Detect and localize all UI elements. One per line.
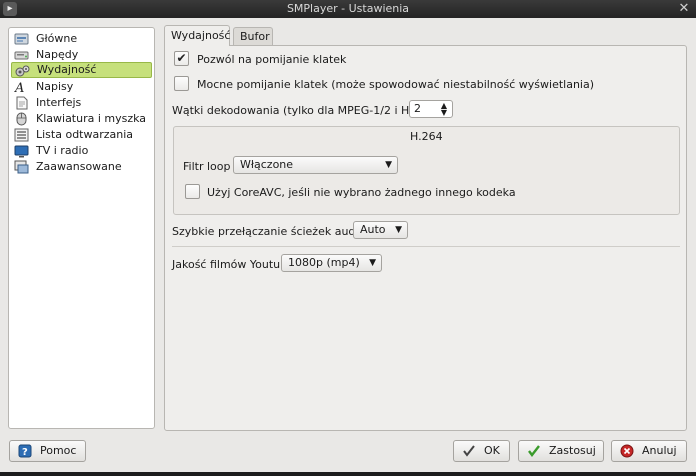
keyboard-mouse-icon (16, 112, 27, 126)
apply-button[interactable]: Zastosuj (518, 440, 604, 462)
audio-track-switching-select[interactable]: Auto ▼ (353, 221, 408, 239)
audio-track-switching-label: Szybkie przełączanie ścieżek audio (172, 225, 366, 238)
sidebar-item-label: Interfejs (36, 96, 82, 109)
sidebar-item-tv-radio[interactable]: TV i radio (11, 143, 152, 159)
loop-filter-select[interactable]: Włączone ▼ (233, 156, 398, 174)
sidebar-item-label: Klawiatura i myszka (36, 112, 147, 125)
sidebar-item-label: Zaawansowane (36, 160, 122, 173)
svg-text:A: A (14, 81, 24, 94)
decoding-threads-spinbox[interactable]: 2 ▲ ▼ (409, 100, 453, 118)
advanced-icon (14, 160, 29, 174)
chevron-down-icon: ▼ (395, 225, 402, 235)
sidebar-item-label: Główne (36, 32, 78, 45)
sidebar-item-performance[interactable]: Wydajność (11, 62, 152, 78)
performance-icon (15, 65, 30, 77)
tv-radio-icon (14, 145, 29, 158)
cancel-button-label: Anuluj (642, 444, 677, 457)
sidebar-item-label: Lista odtwarzania (36, 128, 134, 141)
chevron-down-icon: ▼ (385, 160, 392, 170)
sidebar-item-label: Napędy (36, 48, 79, 61)
tab-performance[interactable]: Wydajność (164, 25, 230, 46)
allow-frame-drop-checkbox[interactable]: ✔ (174, 51, 189, 66)
youtube-quality-select[interactable]: 1080p (mp4) ▼ (281, 254, 382, 272)
chevron-down-icon: ▼ (369, 258, 376, 268)
coreavc-label: Użyj CoreAVC, jeśli nie wybrano żadnego … (207, 186, 516, 199)
general-settings-icon (14, 33, 29, 45)
title-bar: ▸ SMPlayer - Ustawienia ✕ (0, 0, 696, 18)
spin-arrows-icon[interactable]: ▲ ▼ (439, 101, 449, 117)
help-button-label: Pomoc (40, 444, 77, 457)
window-bottom-edge (0, 472, 696, 476)
cancel-button[interactable]: Anuluj (611, 440, 687, 462)
sidebar-item-playlist[interactable]: Lista odtwarzania (11, 127, 152, 143)
drives-icon (14, 51, 29, 60)
subtitles-icon: A (14, 81, 24, 94)
interface-icon (16, 96, 28, 110)
audio-track-switching-value: Auto (360, 223, 386, 236)
loop-filter-label: Filtr loop (183, 160, 231, 173)
sidebar-item-drives[interactable]: Napędy (11, 47, 152, 63)
sidebar-item-advanced[interactable]: Zaawansowane (11, 159, 152, 175)
sidebar-item-label: Napisy (36, 80, 74, 93)
loop-filter-value: Włączone (240, 158, 294, 171)
apply-check-icon (528, 445, 540, 457)
decoding-threads-value: 2 (414, 102, 421, 115)
sidebar-item-label: Wydajność (37, 63, 97, 76)
settings-sidebar: Główne Napędy Wydajność A Napisy Interfe… (8, 27, 155, 429)
svg-text:?: ? (22, 447, 28, 458)
sidebar-item-general[interactable]: Główne (11, 31, 152, 47)
cancel-icon (620, 444, 634, 458)
ok-button-label: OK (484, 444, 500, 457)
sidebar-item-subtitles[interactable]: A Napisy (11, 79, 152, 95)
apply-button-label: Zastosuj (549, 444, 596, 457)
app-menu-icon[interactable]: ▸ (3, 2, 17, 16)
decoding-threads-label: Wątki dekodowania (tylko dla MPEG-1/2 i … (172, 104, 442, 117)
coreavc-checkbox[interactable] (185, 184, 200, 199)
ok-button[interactable]: OK (453, 440, 510, 462)
sidebar-item-interface[interactable]: Interfejs (11, 95, 152, 111)
close-icon[interactable]: ✕ (676, 1, 692, 17)
separator-line (172, 246, 680, 247)
hard-frame-drop-label: Mocne pomijanie klatek (może spowodować … (197, 78, 595, 91)
help-icon: ? (18, 444, 32, 458)
settings-window: ▸ SMPlayer - Ustawienia ✕ Główne Napędy (0, 0, 696, 476)
window-title: SMPlayer - Ustawienia (286, 2, 410, 15)
h264-group-title: H.264 (410, 130, 443, 143)
tab-buffer[interactable]: Bufor (233, 27, 273, 45)
tab-label: Bufor (240, 30, 270, 43)
checkmark-icon (463, 445, 475, 457)
allow-frame-drop-label: Pozwól na pomijanie klatek (197, 53, 347, 66)
youtube-quality-value: 1080p (mp4) (288, 256, 360, 269)
help-button[interactable]: ? Pomoc (9, 440, 86, 462)
playlist-icon (14, 128, 29, 142)
sidebar-item-keyboard-mouse[interactable]: Klawiatura i myszka (11, 111, 152, 127)
tab-label: Wydajność (171, 29, 231, 42)
sidebar-item-label: TV i radio (36, 144, 89, 157)
hard-frame-drop-checkbox[interactable] (174, 76, 189, 91)
youtube-quality-label: Jakość filmów Youtube (172, 258, 294, 271)
